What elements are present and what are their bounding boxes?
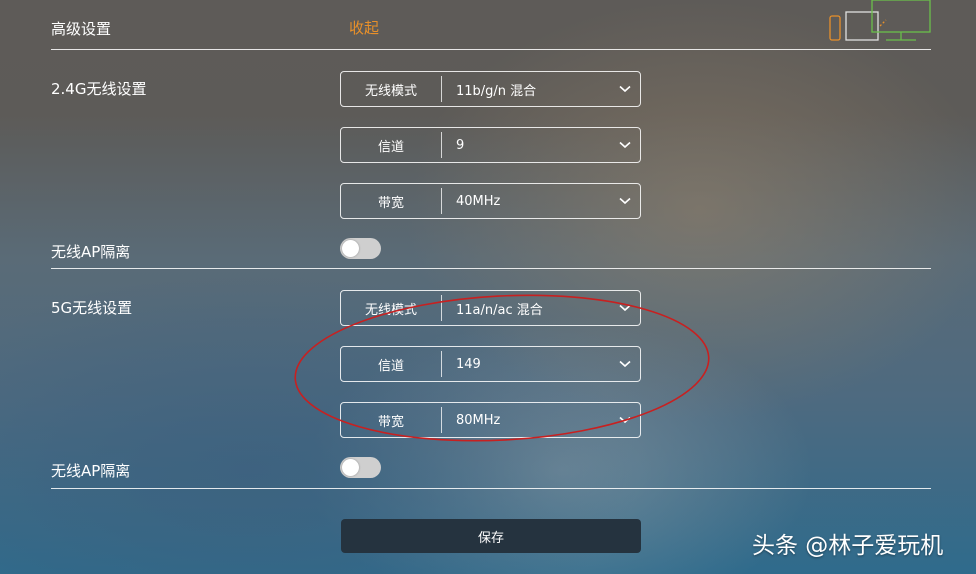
devices-illustration [829, 0, 931, 41]
ap-isolation-label-24g: 无线AP隔离 [51, 243, 131, 261]
chevron-down-icon [610, 403, 640, 437]
select-label: 无线模式 [364, 302, 417, 318]
select-value: 80MHz [456, 412, 501, 428]
select-value: 9 [456, 137, 465, 153]
section-label-24g: 2.4G无线设置 [51, 80, 147, 98]
ap-isolation-label-5g: 无线AP隔离 [51, 462, 131, 480]
select-label: 带宽 [377, 195, 404, 211]
select-value: 11b/g/n 混合 [456, 83, 537, 99]
section-divider-5g [51, 488, 931, 489]
select-label: 信道 [377, 358, 404, 374]
chevron-down-icon [610, 184, 640, 218]
chevron-down-icon [610, 347, 640, 381]
page-title: 高级设置 [51, 20, 112, 38]
ap-isolation-toggle-24g[interactable] [340, 238, 381, 259]
collapse-link[interactable]: 收起 [349, 17, 379, 38]
chevron-down-icon [610, 291, 640, 325]
toggle-knob [342, 240, 359, 257]
select-24g-channel[interactable]: 信道 9 [340, 127, 641, 163]
select-value: 40MHz [456, 193, 501, 209]
select-24g-bandwidth[interactable]: 带宽 40MHz [340, 183, 641, 219]
select-value: 11a/n/ac 混合 [456, 302, 543, 318]
section-label-5g: 5G无线设置 [51, 299, 133, 317]
header-divider [51, 49, 931, 50]
watermark: 头条 @林子爱玩机 [752, 533, 944, 559]
select-5g-channel[interactable]: 信道 149 [340, 346, 641, 382]
ap-isolation-toggle-5g[interactable] [340, 457, 381, 478]
save-button[interactable]: 保存 [341, 519, 641, 553]
select-label: 带宽 [377, 414, 404, 430]
chevron-down-icon [610, 128, 640, 162]
toggle-knob [342, 459, 359, 476]
select-24g-mode[interactable]: 无线模式 11b/g/n 混合 [340, 71, 641, 107]
select-label: 无线模式 [364, 83, 417, 99]
section-divider-24g [51, 268, 931, 269]
select-5g-mode[interactable]: 无线模式 11a/n/ac 混合 [340, 290, 641, 326]
select-label: 信道 [377, 139, 404, 155]
chevron-down-icon [610, 72, 640, 106]
select-value: 149 [456, 356, 481, 372]
select-5g-bandwidth[interactable]: 带宽 80MHz [340, 402, 641, 438]
